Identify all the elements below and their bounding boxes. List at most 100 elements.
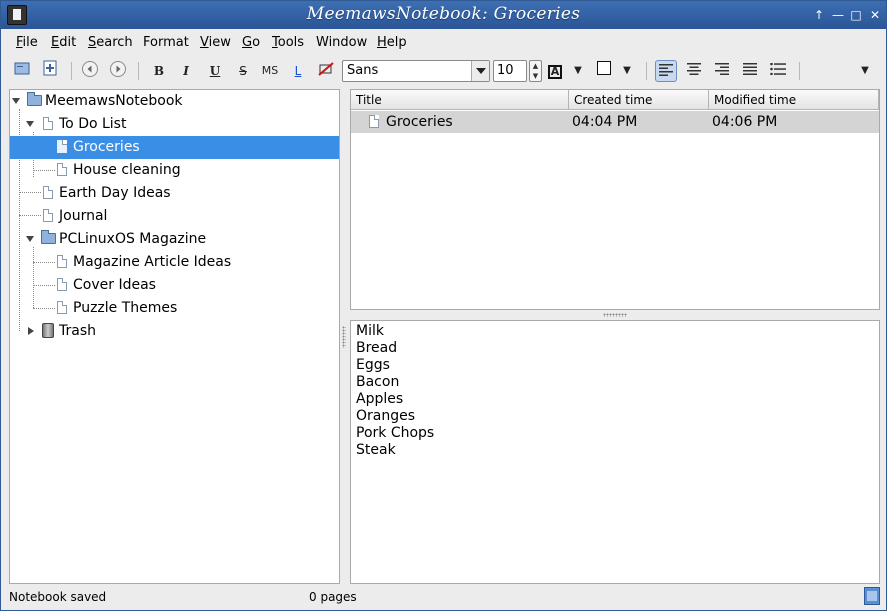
- tree-item-label: PCLinuxOS Magazine: [59, 231, 207, 247]
- tree-item-cover-ideas[interactable]: Cover Ideas: [10, 274, 339, 297]
- tree-item-label: Earth Day Ideas: [59, 185, 171, 201]
- tree-item-meemawsnotebook[interactable]: MeemawsNotebook: [10, 90, 339, 113]
- font-family-value: Sans: [347, 63, 379, 78]
- justify-icon[interactable]: [739, 60, 761, 82]
- font-size-stepper[interactable]: ▲ ▼: [529, 60, 542, 82]
- resize-grip-icon[interactable]: [864, 587, 880, 605]
- font-family-select[interactable]: Sans: [342, 60, 490, 82]
- notebook-tree[interactable]: MeemawsNotebook To Do List Groceries Hou…: [9, 89, 340, 584]
- menu-view[interactable]: View: [200, 35, 231, 50]
- app-window: MeemawsNotebook: Groceries ↑ — □ ✕ File …: [0, 0, 887, 611]
- editor-line[interactable]: Bread: [356, 340, 397, 356]
- menu-edit[interactable]: Edit: [51, 35, 76, 50]
- back-icon[interactable]: [79, 60, 101, 82]
- tree-item-label: Magazine Article Ideas: [73, 254, 232, 270]
- tree-item-label: MeemawsNotebook: [45, 93, 183, 109]
- editor-line[interactable]: Bacon: [356, 374, 399, 390]
- column-header-title[interactable]: Title: [351, 90, 569, 110]
- new-page-icon[interactable]: [11, 60, 33, 82]
- expander-open-icon[interactable]: [26, 236, 34, 242]
- forward-icon[interactable]: [107, 60, 129, 82]
- menu-tools[interactable]: Tools: [272, 35, 304, 50]
- folder-open-icon: [27, 92, 42, 106]
- bullet-list-icon[interactable]: [767, 60, 789, 82]
- minimize-icon[interactable]: —: [830, 7, 846, 23]
- clear-format-icon[interactable]: [315, 60, 337, 82]
- editor-line[interactable]: Milk: [356, 323, 384, 339]
- background-color-button[interactable]: [593, 60, 615, 82]
- title-bar[interactable]: MeemawsNotebook: Groceries ↑ — □ ✕: [1, 1, 886, 29]
- tree-item-earth-day-ideas[interactable]: Earth Day Ideas: [10, 182, 339, 205]
- text-color-button[interactable]: A: [544, 60, 566, 82]
- editor-line[interactable]: Oranges: [356, 408, 415, 424]
- menu-file[interactable]: File: [16, 35, 38, 50]
- chevron-down-icon[interactable]: ▼: [567, 60, 589, 82]
- status-message: Notebook saved: [9, 590, 107, 604]
- page-icon: [57, 278, 67, 291]
- editor-line[interactable]: Apples: [356, 391, 403, 407]
- maximize-icon[interactable]: □: [848, 7, 864, 23]
- text-editor[interactable]: Milk Bread Eggs Bacon Apples Oranges Por…: [350, 320, 880, 584]
- tree-item-journal[interactable]: Journal: [10, 205, 339, 228]
- page-icon: [369, 115, 379, 128]
- tree-item-label: House cleaning: [73, 162, 181, 178]
- chevron-down-icon[interactable]: ▼: [616, 60, 638, 82]
- menu-search[interactable]: Search: [88, 35, 133, 50]
- trash-icon: [42, 323, 54, 338]
- page-icon: [43, 186, 53, 199]
- editor-line[interactable]: Eggs: [356, 357, 390, 373]
- table-row[interactable]: Groceries 04:04 PM 04:06 PM: [351, 111, 879, 133]
- tree-item-label: Puzzle Themes: [73, 300, 178, 316]
- link-button[interactable]: L: [287, 60, 309, 82]
- align-left-icon[interactable]: [655, 60, 677, 82]
- chevron-down-icon[interactable]: [471, 61, 489, 81]
- menu-format[interactable]: Format: [143, 35, 189, 50]
- raise-window-icon[interactable]: ↑: [811, 7, 827, 23]
- toolbar: B I U S MS L Sans 10 ▲ ▼ A ▼ ▼ ▼: [1, 56, 886, 86]
- page-icon: [43, 117, 53, 130]
- italic-button[interactable]: I: [175, 60, 197, 82]
- menu-help[interactable]: Help: [377, 35, 407, 50]
- strikethrough-button[interactable]: S: [232, 60, 254, 82]
- column-header-modified[interactable]: Modified time: [709, 90, 879, 110]
- tree-item-to-do-list[interactable]: To Do List: [10, 113, 339, 136]
- align-right-icon[interactable]: [711, 60, 733, 82]
- vertical-splitter-handle[interactable]: [342, 326, 346, 348]
- tree-item-trash[interactable]: Trash: [10, 320, 339, 343]
- font-size-input[interactable]: 10: [493, 60, 527, 82]
- horizontal-splitter-handle[interactable]: [603, 313, 627, 317]
- align-center-icon[interactable]: [683, 60, 705, 82]
- page-icon: [57, 255, 67, 268]
- new-subpage-icon[interactable]: [39, 60, 61, 82]
- tree-item-magazine-article-ideas[interactable]: Magazine Article Ideas: [10, 251, 339, 274]
- page-list[interactable]: Title Created time Modified time Groceri…: [350, 89, 880, 310]
- editor-line[interactable]: Pork Chops: [356, 425, 434, 441]
- background-color-swatch: [597, 61, 611, 75]
- tree-item-pclinuxos-magazine[interactable]: PCLinuxOS Magazine: [10, 228, 339, 251]
- page-count: 0 pages: [309, 590, 357, 604]
- menu-go[interactable]: Go: [242, 35, 260, 50]
- expander-open-icon[interactable]: [26, 121, 34, 127]
- tree-item-puzzle-themes[interactable]: Puzzle Themes: [10, 297, 339, 320]
- status-bar: Notebook saved 0 pages: [1, 586, 886, 610]
- menu-window[interactable]: Window: [316, 35, 367, 50]
- expander-closed-icon[interactable]: [28, 327, 34, 335]
- page-icon: [43, 209, 53, 222]
- toolbar-separator: [71, 62, 72, 80]
- monospace-button[interactable]: MS: [259, 60, 281, 82]
- tree-item-house-cleaning[interactable]: House cleaning: [10, 159, 339, 182]
- folder-open-icon: [41, 230, 56, 244]
- underline-button[interactable]: U: [204, 60, 226, 82]
- bold-button[interactable]: B: [148, 60, 170, 82]
- text-color-swatch: A: [548, 65, 562, 79]
- tree-item-label: Trash: [59, 323, 96, 339]
- window-title: MeemawsNotebook: Groceries: [306, 4, 581, 24]
- close-icon[interactable]: ✕: [867, 7, 883, 23]
- toolbar-separator: [138, 62, 139, 80]
- expander-open-icon[interactable]: [12, 98, 20, 104]
- tree-item-groceries[interactable]: Groceries: [10, 136, 339, 159]
- editor-line[interactable]: Steak: [356, 442, 396, 458]
- toolbar-overflow-icon[interactable]: ▼: [854, 60, 876, 82]
- column-header-created[interactable]: Created time: [569, 90, 709, 110]
- menu-bar: File Edit Search Format View Go Tools Wi…: [1, 30, 886, 56]
